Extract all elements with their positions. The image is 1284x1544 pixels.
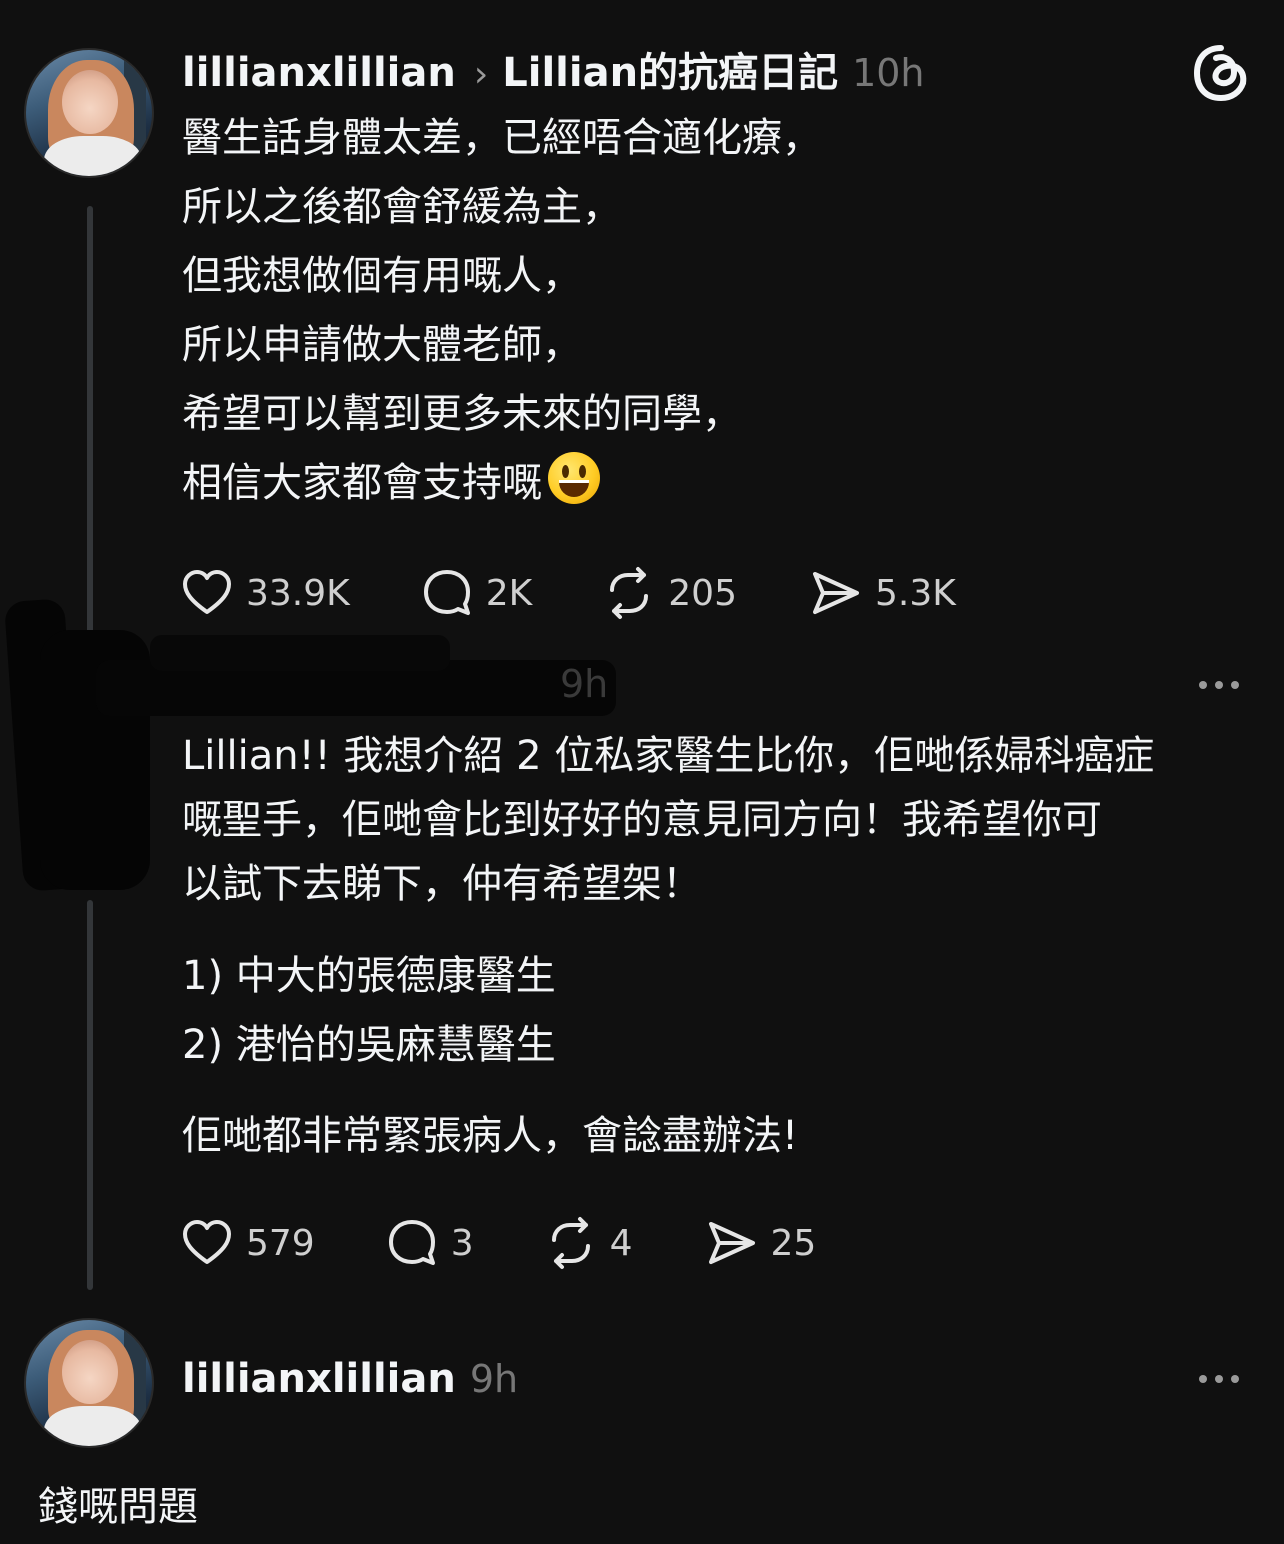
username[interactable]: lillianxlillian xyxy=(182,1356,456,1402)
share-button[interactable]: 25 xyxy=(705,1216,817,1270)
comment-count: 3 xyxy=(450,1222,474,1264)
comment-body: Lillian!! 我想介紹 2 位私家醫生比你，佢哋係婦科癌症 嘅聖手，佢哋會… xyxy=(182,724,1154,916)
post-line: 但我想做個有用嘅人， xyxy=(182,253,582,299)
comment-list: 1) 中大的張德康醫生 2) 港怡的吳麻慧醫生 xyxy=(182,942,556,1080)
topic-tag[interactable]: Lillian的抗癌日記 xyxy=(502,40,838,98)
repost-button[interactable]: 205 xyxy=(602,566,737,620)
like-count: 579 xyxy=(246,1222,315,1264)
share-count: 25 xyxy=(770,1222,817,1264)
post-line: 相信大家都會支持嘅 xyxy=(182,460,542,506)
username[interactable]: lillianxlillian xyxy=(182,50,456,96)
post-body: 醫生話身體太差，已經唔合適化療， 所以之後都會舒緩為主， 但我想做個有用嘅人， … xyxy=(182,104,822,518)
comment-button[interactable]: 3 xyxy=(385,1216,474,1270)
post-line: 醫生話身體太差，已經唔合適化療， xyxy=(182,115,822,161)
comment-line: 嘅聖手，佢哋會比到好好的意見同方向！我希望你可 xyxy=(182,797,1102,843)
share-button[interactable]: 5.3K xyxy=(809,566,956,620)
like-button[interactable]: 33.9K xyxy=(180,566,350,620)
speech-bubble-icon xyxy=(423,570,470,615)
post-actions: 33.9K 2K 205 5.3K xyxy=(180,566,956,620)
comment-closing: 佢哋都非常緊張病人，會諗盡辦法! xyxy=(182,1113,799,1159)
chevron-right-icon: › xyxy=(473,54,489,95)
smiling-face-icon xyxy=(548,452,600,504)
thread-line xyxy=(87,206,93,638)
avatar[interactable] xyxy=(24,1318,154,1448)
post-line: 所以申請做大體老師， xyxy=(182,322,582,368)
speech-bubble-icon xyxy=(388,1220,435,1265)
reply-header: lillianxlillian 9h xyxy=(182,1356,518,1402)
comment-actions: 579 3 4 25 xyxy=(180,1216,816,1270)
comment-count: 2K xyxy=(485,572,533,614)
heart-icon xyxy=(183,570,231,614)
redacted-area xyxy=(150,635,450,671)
share-count: 5.3K xyxy=(875,572,956,614)
post-header: lillianxlillian › Lillian的抗癌日記 10h xyxy=(182,40,925,98)
comment-line: Lillian!! 我想介紹 2 位私家醫生比你，佢哋係婦科癌症 xyxy=(182,733,1155,779)
post-line: 希望可以幫到更多未來的同學， xyxy=(182,391,742,437)
thread-page: lillianxlillian › Lillian的抗癌日記 10h 醫生話身體… xyxy=(0,0,1284,1544)
reply-time: 9h xyxy=(469,1357,519,1401)
reply-body: 錢嘅問題 xyxy=(38,1484,198,1530)
thread-line xyxy=(87,900,93,1290)
avatar[interactable] xyxy=(24,48,154,178)
repost-button[interactable]: 4 xyxy=(544,1216,633,1270)
post-line-last: 相信大家都會支持嘅 xyxy=(182,449,822,518)
comment-button[interactable]: 2K xyxy=(420,566,533,620)
send-icon xyxy=(813,572,859,614)
more-dots-icon[interactable] xyxy=(1199,681,1239,689)
repost-icon xyxy=(551,1217,590,1269)
heart-icon xyxy=(183,1220,231,1264)
post-time: 10h xyxy=(852,51,925,95)
repost-icon xyxy=(610,567,649,619)
threads-logo-icon[interactable] xyxy=(1192,44,1250,102)
more-dots-icon[interactable] xyxy=(1199,1375,1239,1383)
comment-time: 9h xyxy=(560,662,609,706)
like-button[interactable]: 579 xyxy=(180,1216,315,1270)
like-count: 33.9K xyxy=(246,572,350,614)
comment-list-item: 2) 港怡的吳麻慧醫生 xyxy=(182,1022,556,1068)
post-line: 所以之後都會舒緩為主， xyxy=(182,184,622,230)
send-icon xyxy=(708,1222,755,1264)
comment-list-item: 1) 中大的張德康醫生 xyxy=(182,953,556,999)
comment-line: 以試下去睇下，仲有希望架！ xyxy=(182,861,702,907)
repost-count: 4 xyxy=(609,1222,633,1264)
repost-count: 205 xyxy=(668,572,737,614)
